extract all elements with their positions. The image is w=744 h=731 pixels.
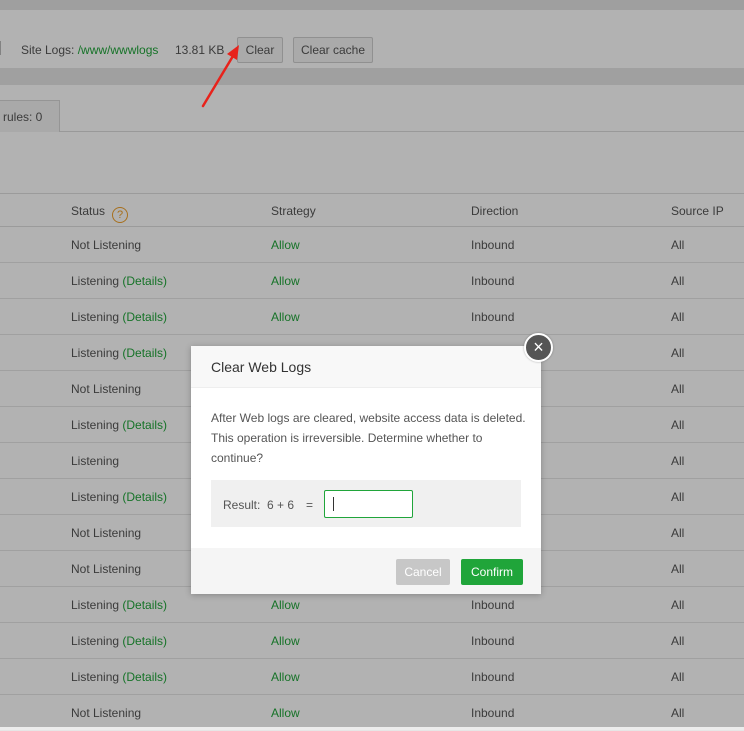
text-cursor (333, 497, 334, 511)
cancel-button[interactable]: Cancel (396, 559, 450, 585)
clear-web-logs-dialog: Clear Web Logs × After Web logs are clea… (191, 333, 553, 594)
captcha-equals: = (306, 498, 314, 512)
captcha-label: Result: (223, 498, 261, 512)
captcha-question: 6 + 6 (267, 498, 295, 512)
captcha-answer-input[interactable] (324, 490, 413, 518)
dialog-message: After Web logs are cleared, website acce… (211, 411, 526, 465)
close-icon[interactable]: × (524, 333, 553, 362)
dialog-title: Clear Web Logs (191, 346, 541, 388)
confirm-button[interactable]: Confirm (461, 559, 523, 585)
dialog-footer: Cancel Confirm (191, 548, 541, 594)
captcha-box: Result: 6 + 6 = (211, 480, 521, 527)
